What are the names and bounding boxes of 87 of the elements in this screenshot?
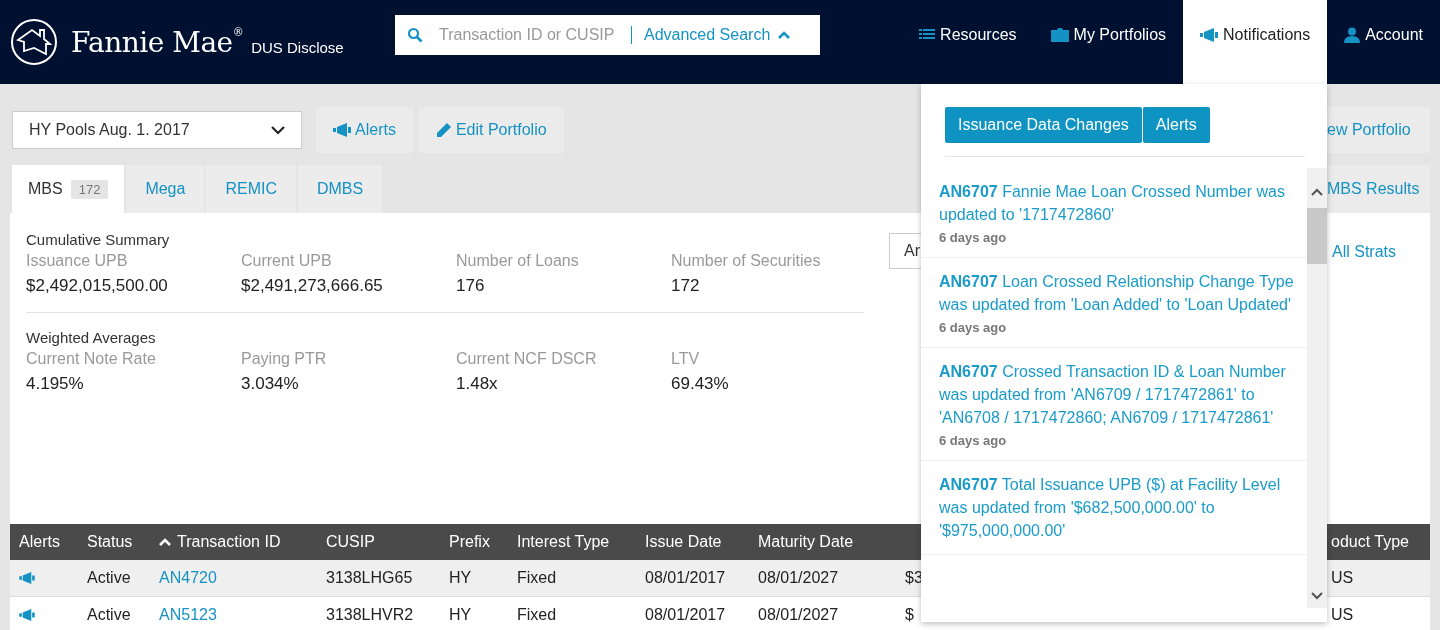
table-cell-text: 3138LHG65 <box>325 569 413 587</box>
table-cell-text: US <box>1330 569 1354 587</box>
metric-label: Paying PTR <box>241 350 328 368</box>
house-logo-icon <box>10 18 58 66</box>
folder-icon <box>1050 28 1069 42</box>
table-cell-text: Fixed <box>516 606 557 624</box>
metric-label: Issuance UPB <box>26 252 129 270</box>
nav-item[interactable]: Resources <box>902 0 1034 84</box>
tab[interactable]: MBS 172 <box>12 165 125 213</box>
column-header[interactable]: Issue Date <box>636 533 722 551</box>
notification-time: 6 days ago <box>939 433 1008 448</box>
tab[interactable]: REMIC <box>206 165 296 213</box>
column-header[interactable]: Transaction ID <box>150 533 281 551</box>
metric-value: 172 <box>671 276 701 296</box>
column-header[interactable]: Maturity Date <box>749 533 854 551</box>
table-cell-text: US <box>1330 606 1354 624</box>
alerts-button[interactable]: Alerts <box>316 107 413 153</box>
megaphone-icon <box>1200 28 1219 42</box>
megaphone-icon[interactable] <box>19 572 35 584</box>
brand-name: Fannie Mae$^{®}$ <box>71 25 244 59</box>
metric-label: LTV <box>671 350 701 368</box>
column-header[interactable]: Interest Type <box>508 533 610 551</box>
metric-value: 176 <box>456 276 486 296</box>
table-cell-text: Fixed <box>516 569 557 587</box>
nav-item[interactable]: Account <box>1327 0 1440 84</box>
scrollbar-thumb[interactable] <box>1307 208 1327 264</box>
portfolio-button[interactable]: ew Portfolio <box>1327 107 1430 153</box>
notification-time: 6 days ago <box>939 230 1008 245</box>
advanced-search-link[interactable]: Advanced Search <box>631 26 791 44</box>
table-cell-text: 08/01/2027 <box>757 606 839 624</box>
column-header[interactable]: Status <box>78 533 133 551</box>
metric-label: Number of Loans <box>456 252 580 270</box>
list-icon <box>919 28 936 42</box>
notification-text[interactable]: AN6707 Loan Crossed Relationship Change Type was updated from 'Loan Added' to 'Loan Updated' <box>939 270 1295 316</box>
column-header[interactable]: Alerts <box>10 533 60 551</box>
metric-value: $2,492,015,500.00 <box>26 276 169 296</box>
person-icon <box>1344 27 1361 43</box>
notification-text[interactable]: AN6707 Total Issuance UPB ($) at Facility Level was updated from '$682,500,000.00' to '$975,000,000.00' <box>939 473 1295 542</box>
caret-up-icon <box>778 31 791 39</box>
megaphone-icon <box>333 123 351 137</box>
scrollbar[interactable] <box>1307 168 1327 608</box>
metric-value: 3.034% <box>241 374 300 394</box>
table-cell-text: 08/01/2017 <box>644 569 726 587</box>
table-cell-text: HY <box>448 606 472 624</box>
megaphone-icon[interactable] <box>19 609 35 621</box>
pencil-icon <box>435 122 452 138</box>
metric-label: Current NCF DSCR <box>456 350 598 368</box>
section-title: Cumulative Summary <box>26 231 171 248</box>
tab[interactable]: DMBS <box>297 165 383 213</box>
section-title: Weighted Averages <box>26 329 157 346</box>
strats-link[interactable]: All Strats <box>1332 243 1396 260</box>
filter-button[interactable]: Issuance Data Changes <box>945 107 1142 143</box>
edit-portfolio-button[interactable]: Edit Portfolio <box>418 107 564 153</box>
notification-text[interactable]: AN6707 Crossed Transaction ID & Loan Number was updated from 'AN6709 / 1717472861' to 'AN6708 / 1717472860; AN6709 / 1717472861' <box>939 360 1295 429</box>
nav-item[interactable]: Notifications <box>1183 0 1328 84</box>
table-cell-text: 08/01/2017 <box>644 606 726 624</box>
metric-value: 1.48x <box>456 374 499 394</box>
chevron-down-icon <box>271 125 285 135</box>
table-cell-text: Active <box>86 569 131 587</box>
metric-value: 4.195% <box>26 374 85 394</box>
results-button[interactable]: MBS Results <box>1327 165 1430 213</box>
tab[interactable]: Mega <box>126 165 205 213</box>
notification-time: 6 days ago <box>939 320 1008 335</box>
table-cell-text: 08/01/2027 <box>757 569 839 587</box>
portfolio-select[interactable]: HY Pools Aug. 1. 2017 <box>12 111 302 149</box>
column-header[interactable]: CUSIP <box>317 533 375 551</box>
notification-text[interactable]: AN6707 Fannie Mae Loan Crossed Number was updated to '1717472860' <box>939 180 1295 226</box>
metric-value: $2,491,273,666.65 <box>241 276 384 296</box>
table-cell-text: $ <box>904 606 914 624</box>
scroll-down-icon[interactable] <box>1311 592 1323 600</box>
search-field[interactable]: Transaction ID or CUSIP Advanced Search <box>395 15 820 55</box>
search-icon <box>407 27 423 43</box>
metric-value: 69.43% <box>671 374 730 394</box>
table-cell-text: HY <box>448 569 472 587</box>
transaction-link[interactable]: AN5123 <box>150 606 217 624</box>
nav-item[interactable]: My Portfolios <box>1033 0 1184 84</box>
count-badge: 172 <box>70 179 109 199</box>
product-name: DUS Disclose <box>251 38 344 56</box>
table-cell-text: Active <box>86 606 131 624</box>
filter-button[interactable]: Alerts <box>1142 107 1210 143</box>
metric-label: Number of Securities <box>671 252 822 270</box>
table-cell-text: 3138LHVR2 <box>325 606 414 624</box>
scroll-up-icon[interactable] <box>1311 188 1323 196</box>
column-header[interactable]: Prefix <box>440 533 490 551</box>
transaction-link[interactable]: AN4720 <box>150 569 217 587</box>
metric-label: Current UPB <box>241 252 333 270</box>
metric-label: Current Note Rate <box>26 350 157 368</box>
